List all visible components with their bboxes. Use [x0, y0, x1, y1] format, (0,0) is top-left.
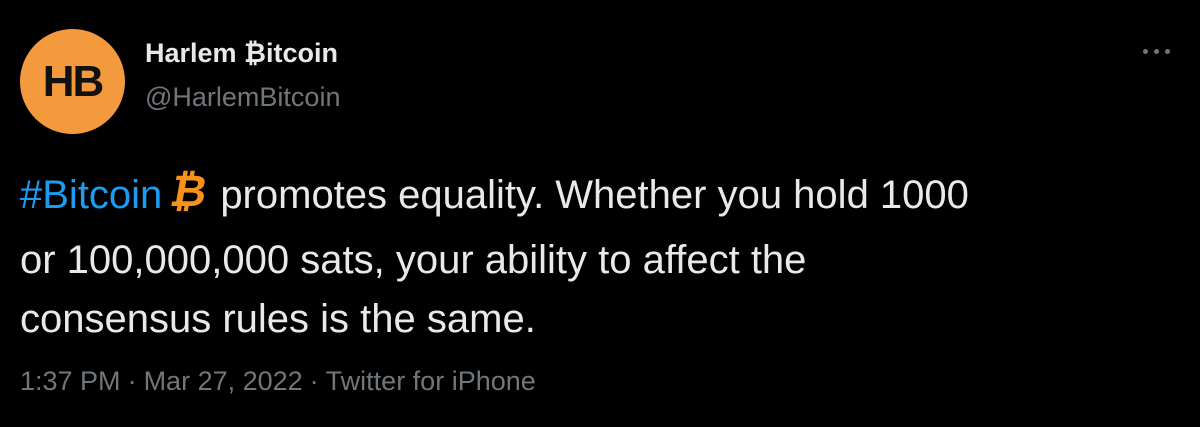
tweet-metadata: 1:37 PM · Mar 27, 2022 · Twitter for iPhone — [20, 366, 536, 397]
avatar[interactable]: HB — [20, 29, 125, 134]
svg-text:₿: ₿ — [168, 168, 206, 214]
more-dots-icon — [1142, 48, 1148, 54]
meta-separator: · — [309, 366, 319, 396]
author-display-name[interactable]: Harlem ₿itcoin — [145, 38, 338, 69]
bitcoin-icon: ₿ — [167, 166, 212, 231]
more-dot — [1164, 48, 1170, 54]
tweet-date[interactable]: Mar 27, 2022 — [144, 366, 303, 396]
tweet-text-line2: or 100,000,000 sats, your ability to aff… — [20, 238, 807, 282]
tweet-text-line1: promotes equality. Whether you hold 1000 — [220, 173, 969, 217]
avatar-initials: HB — [42, 56, 105, 106]
more-options-button[interactable] — [1134, 36, 1178, 66]
tweet-source[interactable]: Twitter for iPhone — [326, 366, 536, 396]
tweet-text-line3: consensus rules is the same. — [20, 297, 536, 341]
more-dot — [1153, 48, 1159, 54]
author-handle[interactable]: @HarlemBitcoin — [145, 82, 340, 113]
tweet-card: HB Harlem ₿itcoin @HarlemBitcoin #Bitcoi… — [0, 0, 1200, 427]
hashtag-link[interactable]: #Bitcoin — [20, 173, 162, 217]
meta-separator: · — [127, 366, 137, 396]
tweet-time[interactable]: 1:37 PM — [20, 366, 121, 396]
tweet-text: #Bitcoin ₿ promotes equality. Whether you … — [20, 166, 1185, 349]
